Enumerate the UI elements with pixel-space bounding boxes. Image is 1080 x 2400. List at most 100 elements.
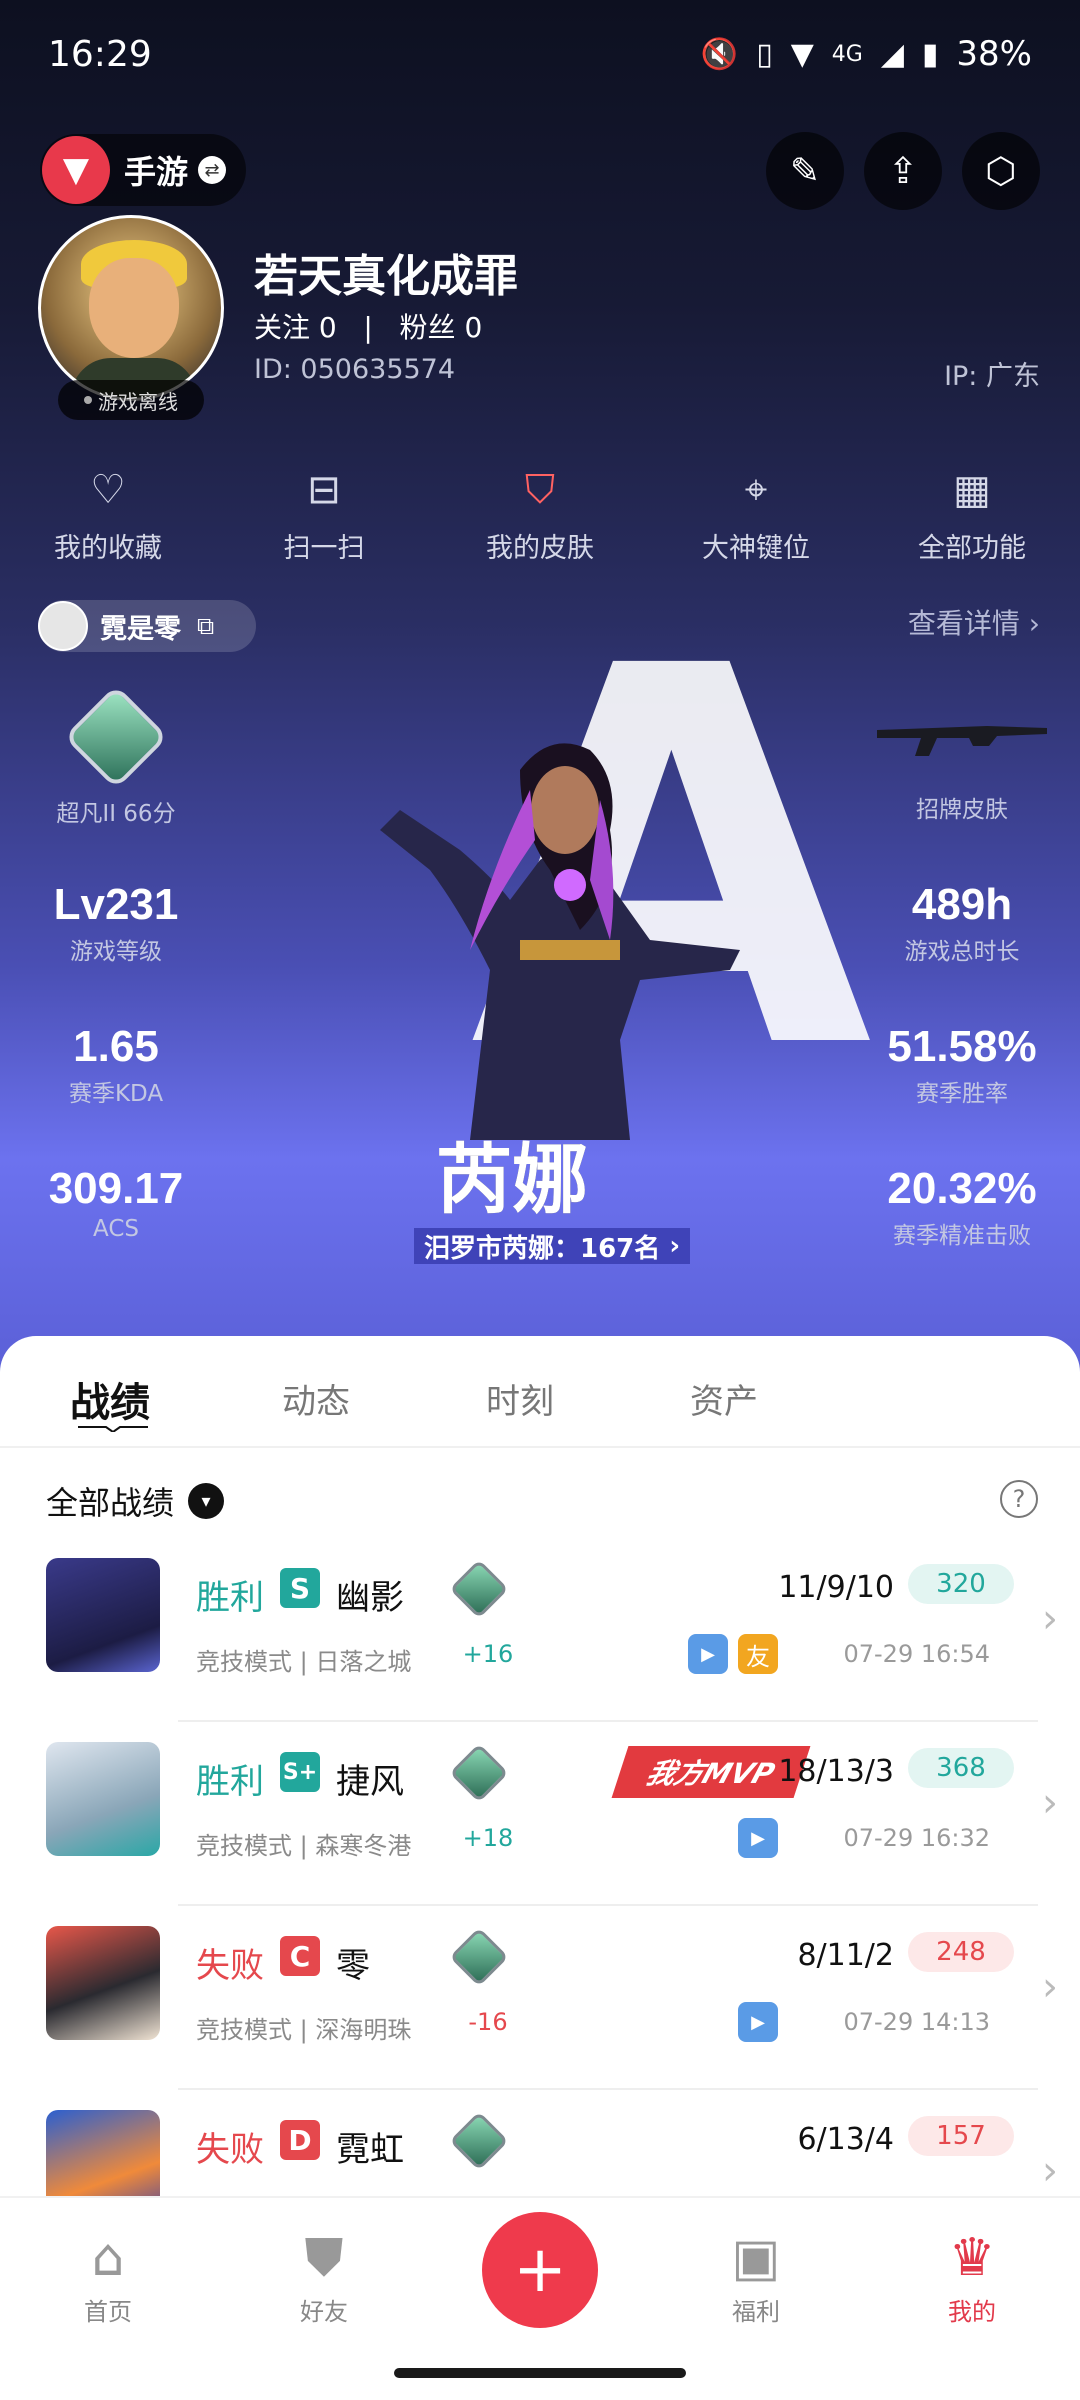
tab-moments[interactable]: 时刻	[486, 1374, 554, 1423]
match-agent: 幽影	[336, 1578, 404, 1618]
skin-icon: ⛉	[525, 467, 555, 513]
stat-precision: 20.32% 赛季精准击败	[872, 1164, 1052, 1250]
match-time: 07-29 16:54	[843, 1640, 990, 1668]
rank-icon	[449, 1927, 509, 1987]
video-replay-icon[interactable]: ▶	[738, 2002, 778, 2042]
tab-divider	[0, 1446, 1080, 1448]
video-replay-icon[interactable]: ▶	[688, 1634, 728, 1674]
agent-name: 芮娜	[436, 1135, 588, 1224]
quick-skins[interactable]: ⛉ 我的皮肤	[432, 462, 648, 565]
stat-winrate-label: 赛季胜率	[916, 1081, 1008, 1107]
quick-all-features[interactable]: ▦ 全部功能	[864, 462, 1080, 565]
avatar[interactable]	[38, 215, 224, 401]
crosshair-icon: ⌖	[744, 467, 768, 513]
match-agent: 零	[336, 1946, 370, 1986]
friends-icon: ⛊	[304, 2228, 344, 2288]
follow-counts[interactable]: 关注 0 | 粉丝 0	[254, 306, 482, 346]
stat-hours-label: 游戏总时长	[904, 939, 1020, 965]
edit-card-button[interactable]: ✎	[766, 132, 844, 210]
records-filter[interactable]: 全部战绩 ▾	[46, 1478, 225, 1524]
match-row[interactable]: 胜利 S+ 捷风 竞技模式 | 森寒冬港 +18 我方MVP 18/13/3 3…	[0, 1742, 1080, 1926]
battery-level: 38%	[956, 34, 1032, 74]
stat-precision-value: 20.32%	[887, 1164, 1037, 1213]
match-acs: 157	[908, 2116, 1014, 2156]
nav-friends[interactable]: ⛊ 好友	[264, 2228, 384, 2327]
chevron-right-icon: ›	[1042, 1964, 1058, 2010]
quick-scan[interactable]: ⊟ 扫一扫	[216, 462, 432, 565]
username: 若天真化成罪	[254, 251, 518, 302]
plus-icon: +	[513, 2233, 567, 2307]
share-button[interactable]: ⇪	[864, 132, 942, 210]
rank-icon	[449, 1743, 509, 1803]
match-mode: 竞技模式 | 深海明珠	[196, 2016, 412, 2044]
status-icons: 🔇 ▯ ▼ 4G ◢ ▮ 38%	[701, 34, 1032, 74]
home-indicator[interactable]	[394, 2368, 686, 2378]
stat-acs-value: 309.17	[48, 1164, 184, 1213]
nav-rewards[interactable]: ▣ 福利	[696, 2228, 816, 2327]
settings-button[interactable]: ⬡	[962, 132, 1040, 210]
app-logo-icon: ▼	[42, 136, 110, 204]
stat-kda-label: 赛季KDA	[68, 1081, 164, 1107]
tab-assets[interactable]: 资产	[690, 1374, 758, 1423]
copy-icon[interactable]: ⧉	[197, 612, 214, 640]
row-divider	[178, 1720, 1038, 1722]
stat-level-label: 游戏等级	[70, 939, 162, 965]
tab-feed[interactable]: 动态	[282, 1374, 350, 1423]
signal-icon: ◢	[880, 36, 904, 72]
video-replay-icon[interactable]: ▶	[738, 1818, 778, 1858]
match-mode: 竞技模式 | 森寒冬港	[196, 1832, 412, 1860]
ip-location: IP: 广东	[944, 361, 1040, 392]
match-time: 07-29 16:32	[843, 1824, 990, 1852]
game-switch[interactable]: ▼ 手游 ⇄	[40, 134, 246, 206]
stat-winrate-value: 51.58%	[887, 1022, 1037, 1071]
scan-icon: ⊟	[307, 467, 341, 513]
grid-icon: ▦	[953, 467, 991, 513]
stat-kda-value: 1.65	[73, 1022, 159, 1071]
match-acs: 320	[908, 1564, 1014, 1604]
help-icon[interactable]: ?	[1000, 1480, 1038, 1518]
agent-ranking-link[interactable]: 汨罗市芮娜：167名 ›	[414, 1228, 691, 1264]
status-time: 16:29	[48, 34, 152, 75]
nav-home-label: 首页	[84, 2298, 132, 2326]
nav-profile[interactable]: ♛ 我的	[912, 2228, 1032, 2327]
nav-home[interactable]: ⌂ 首页	[48, 2228, 168, 2327]
match-result: 失败	[196, 1946, 264, 1986]
stat-winrate: 51.58% 赛季胜率	[872, 1022, 1052, 1108]
view-details-link[interactable]: 查看详情 ›	[908, 602, 1040, 642]
account-avatar	[38, 601, 88, 651]
agent-thumbnail	[46, 1558, 160, 1672]
quick-favorites[interactable]: ♡ 我的收藏	[0, 462, 216, 565]
stat-rank[interactable]: 超凡II 66分	[46, 684, 186, 828]
match-row[interactable]: 失败 C 零 竞技模式 | 深海明珠 -16 8/11/2 248 ▶ 07-2…	[0, 1926, 1080, 2110]
match-agent: 霓虹	[336, 2130, 404, 2170]
wifi-icon: ▼	[790, 36, 814, 72]
match-row[interactable]: 胜利 S 幽影 竞技模式 | 日落之城 +16 11/9/10 320 ▶ 友 …	[0, 1558, 1080, 1742]
agent-thumbnail	[46, 1742, 160, 1856]
quick-all-label: 全部功能	[918, 533, 1026, 564]
stat-hours-value: 489h	[911, 880, 1013, 929]
nav-rewards-label: 福利	[732, 2298, 780, 2326]
match-result: 失败	[196, 2130, 264, 2170]
match-row[interactable]: 失败 D 霓虹 6/13/4 157 ›	[0, 2110, 1080, 2196]
stat-level-value: Lv231	[53, 880, 179, 929]
agent-ranking-label: 汨罗市芮娜：167名	[424, 1233, 661, 1264]
quick-keybinds[interactable]: ⌖ 大神键位	[648, 462, 864, 565]
nav-friends-label: 好友	[300, 2298, 348, 2326]
add-button[interactable]: +	[482, 2212, 598, 2328]
match-kda: 8/11/2	[797, 1938, 894, 1973]
match-result: 胜利	[196, 1762, 264, 1802]
agent-thumbnail	[46, 2110, 160, 2196]
app-root: 16:29 🔇 ▯ ▼ 4G ◢ ▮ 38% ▼ 手游 ⇄ ✎ ⇪ ⬡ 游戏离线…	[0, 0, 1080, 2400]
game-switch-label: 手游	[124, 153, 189, 191]
stat-acs-label: ACS	[93, 1216, 139, 1242]
stat-signature-skin[interactable]: 招牌皮肤	[872, 716, 1052, 824]
share-icon: ⇪	[887, 150, 919, 192]
online-status-badge: 游戏离线	[58, 380, 204, 420]
match-grade-badge: S	[280, 1568, 320, 1608]
match-result: 胜利	[196, 1578, 264, 1618]
mute-icon: 🔇	[700, 36, 739, 72]
tab-records[interactable]: 战绩	[70, 1370, 150, 1428]
game-account-chip[interactable]: 霓是零 ⧉	[38, 600, 256, 652]
edit-card-icon: ✎	[789, 150, 821, 192]
quick-actions: ♡ 我的收藏 ⊟ 扫一扫 ⛉ 我的皮肤 ⌖ 大神键位 ▦ 全部功能	[0, 462, 1080, 565]
